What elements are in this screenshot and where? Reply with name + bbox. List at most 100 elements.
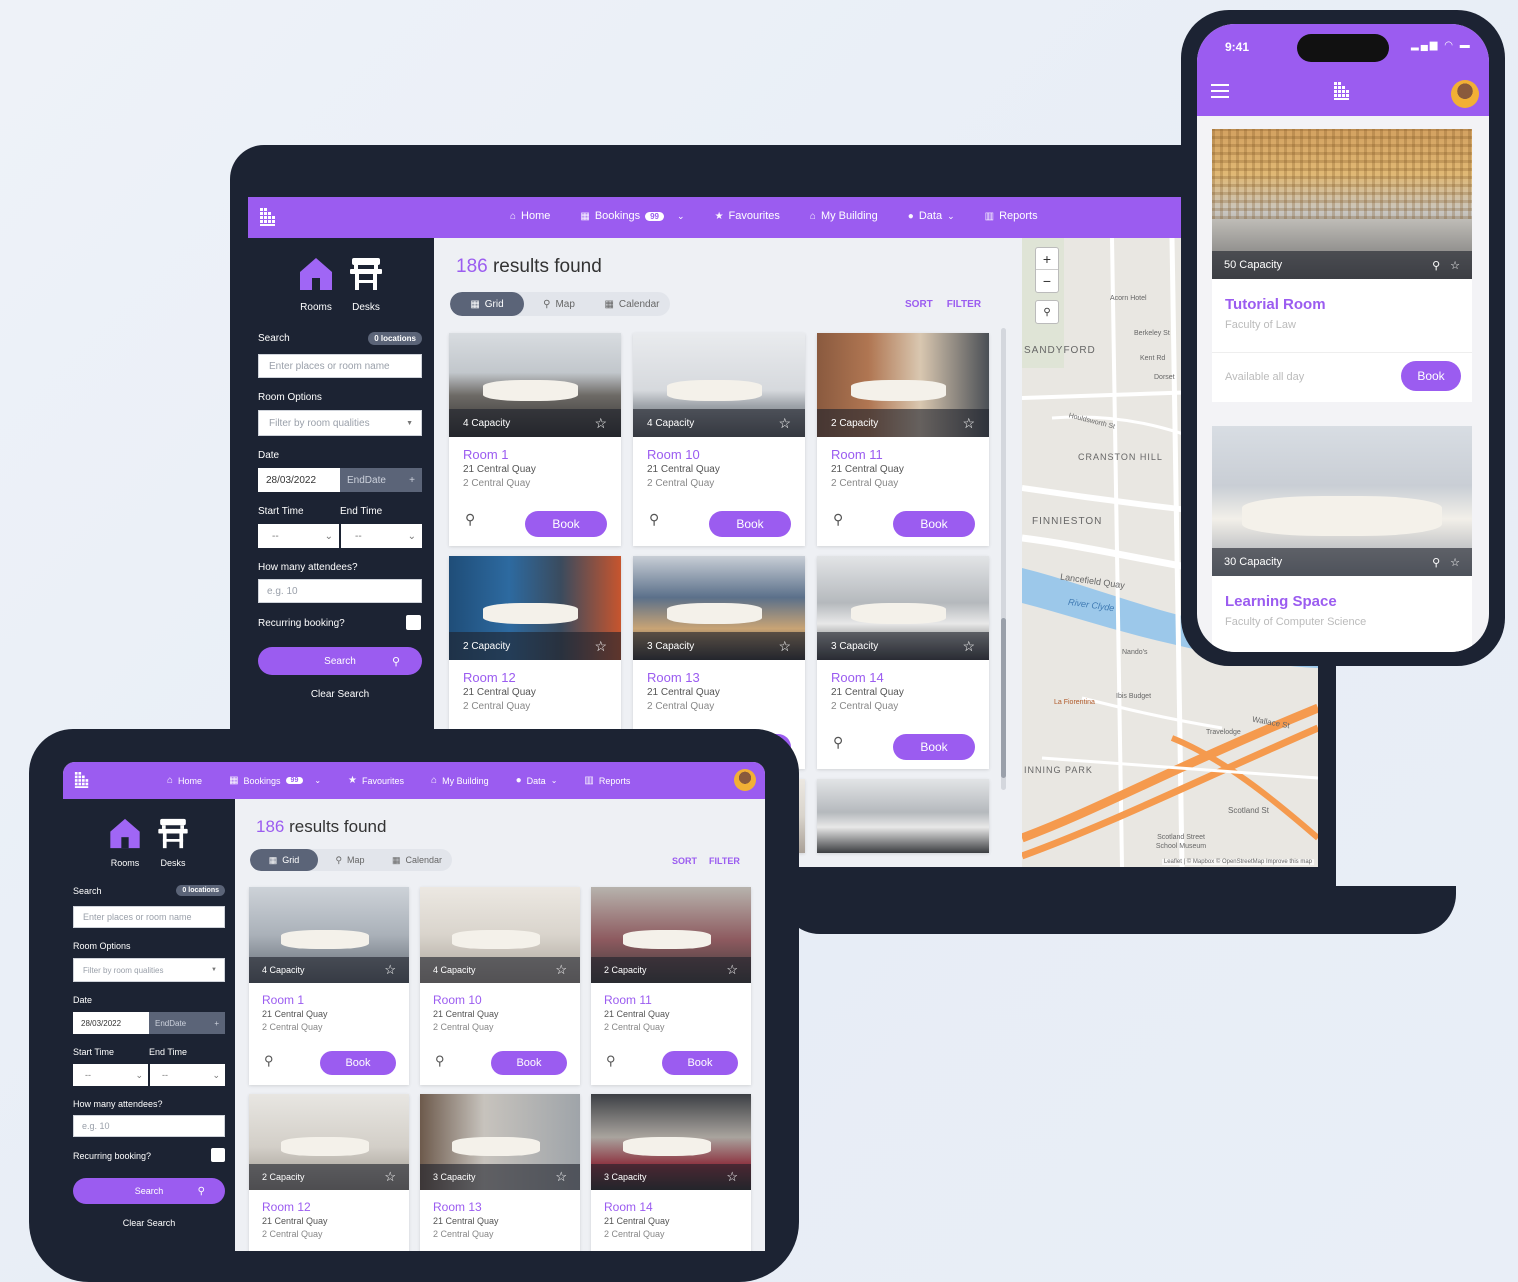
- room-card[interactable]: 2 Capacity ☆ Room 12 21 Central Quay 2 C…: [249, 1094, 409, 1251]
- phone-room-card[interactable]: 30 Capacity ⚲ ☆ Learning Space Faculty of …: [1212, 426, 1472, 652]
- locations-pill[interactable]: 0 locations: [176, 885, 225, 896]
- sort-button[interactable]: SORT: [905, 299, 933, 310]
- book-button[interactable]: Book: [709, 511, 791, 537]
- book-button[interactable]: Book: [320, 1051, 396, 1075]
- search-input[interactable]: Enter places or room name: [258, 354, 422, 378]
- room-card[interactable]: 2 Capacity ☆ Room 11 21 Central Quay 2 C…: [817, 333, 989, 546]
- map-pin-icon[interactable]: ⚲: [649, 511, 659, 528]
- end-date-field[interactable]: EndDate +: [340, 468, 422, 492]
- card-title[interactable]: Tutorial Room: [1225, 296, 1326, 313]
- avatar[interactable]: [1451, 80, 1479, 108]
- map-pin-icon[interactable]: ⚲: [606, 1053, 616, 1069]
- star-outline-icon[interactable]: ☆: [384, 1169, 396, 1185]
- star-outline-icon[interactable]: ☆: [962, 638, 975, 655]
- star-outline-icon[interactable]: ☆: [1450, 556, 1460, 569]
- zoom-controls[interactable]: + −: [1035, 247, 1059, 293]
- room-card[interactable]: 3 Capacity ☆ Room 14 21 Central Quay 2 C…: [817, 556, 989, 769]
- room-name[interactable]: Room 12: [262, 1200, 311, 1214]
- star-outline-icon[interactable]: ☆: [962, 415, 975, 432]
- map-pin-icon[interactable]: ⚲: [435, 1053, 445, 1069]
- map-pin-icon[interactable]: ⚲: [1432, 556, 1440, 569]
- book-button[interactable]: Book: [491, 1051, 567, 1075]
- book-button[interactable]: Book: [893, 511, 975, 537]
- room-card[interactable]: 4 Capacity ☆ Room 1 21 Central Quay 2 Ce…: [249, 887, 409, 1085]
- nav-my-building[interactable]: ⌂ My Building: [431, 775, 489, 786]
- filter-button[interactable]: FILTER: [709, 856, 740, 866]
- nav-bookings[interactable]: ▦ Bookings 99 ⌄: [580, 210, 684, 222]
- star-outline-icon[interactable]: ☆: [778, 638, 791, 655]
- room-card[interactable]: 3 Capacity ☆ Room 14 21 Central Quay 2 C…: [591, 1094, 751, 1251]
- room-name[interactable]: Room 14: [831, 670, 884, 685]
- start-time-select[interactable]: -- ⌄: [73, 1064, 148, 1086]
- scrollbar[interactable]: [1001, 328, 1006, 790]
- zoom-out-button[interactable]: −: [1036, 270, 1058, 292]
- hamburger-menu-icon[interactable]: [1211, 84, 1229, 98]
- end-date-field[interactable]: EndDate +: [149, 1012, 225, 1034]
- nav-reports[interactable]: ▥ Reports: [584, 775, 630, 786]
- clear-search-link[interactable]: Clear Search: [258, 689, 422, 700]
- nav-data[interactable]: ● Data ⌄: [908, 210, 955, 222]
- phone-room-card[interactable]: 50 Capacity ⚲ ☆ Tutorial Room Faculty of L…: [1212, 129, 1472, 402]
- map-pin-icon[interactable]: ⚲: [465, 511, 475, 528]
- room-card[interactable]: 4 Capacity ☆ Room 10 21 Central Quay 2 C…: [420, 887, 580, 1085]
- tab-map[interactable]: ⚲ Map: [524, 292, 594, 316]
- tab-calendar[interactable]: ▦ Calendar: [382, 849, 452, 871]
- room-name[interactable]: Room 1: [463, 447, 509, 462]
- rooms-type-button[interactable]: Rooms: [109, 817, 141, 868]
- star-outline-icon[interactable]: ☆: [384, 962, 396, 978]
- card-title[interactable]: Learning Space: [1225, 593, 1337, 610]
- avatar[interactable]: [734, 769, 756, 791]
- rooms-type-button[interactable]: Rooms: [299, 256, 333, 313]
- room-options-select[interactable]: Filter by room qualities ▼: [258, 410, 422, 436]
- room-name[interactable]: Room 11: [604, 993, 652, 1007]
- room-card[interactable]: 4 Capacity ☆ Room 1 21 Central Quay 2 Ce…: [449, 333, 621, 546]
- star-outline-icon[interactable]: ☆: [1450, 259, 1460, 272]
- start-date-field[interactable]: 28/03/2022: [258, 468, 340, 492]
- attendees-input[interactable]: e.g. 10: [258, 579, 422, 603]
- room-name[interactable]: Room 13: [433, 1200, 482, 1214]
- map-pin-icon[interactable]: ⚲: [264, 1053, 274, 1069]
- room-card[interactable]: 2 Capacity ☆ Room 11 21 Central Quay 2 C…: [591, 887, 751, 1085]
- tab-grid[interactable]: ▦ Grid: [450, 292, 524, 316]
- app-logo[interactable]: [258, 207, 278, 227]
- room-card[interactable]: 3 Capacity ☆ Room 13 21 Central Quay 2 C…: [420, 1094, 580, 1251]
- nav-home[interactable]: ⌂ Home: [167, 775, 202, 786]
- room-name[interactable]: Room 1: [262, 993, 304, 1007]
- attendees-input[interactable]: e.g. 10: [73, 1115, 225, 1137]
- recurring-checkbox[interactable]: [211, 1148, 225, 1162]
- tab-calendar[interactable]: ▦ Calendar: [594, 292, 670, 316]
- nav-reports[interactable]: ▥ Reports: [985, 210, 1038, 222]
- desks-type-button[interactable]: Desks: [349, 256, 383, 313]
- room-card[interactable]: 4 Capacity ☆ Room 10 21 Central Quay 2 C…: [633, 333, 805, 546]
- nav-home[interactable]: ⌂ Home: [510, 210, 550, 222]
- star-outline-icon[interactable]: ☆: [555, 962, 567, 978]
- nav-data[interactable]: ● Data ⌄: [516, 775, 558, 786]
- star-outline-icon[interactable]: ☆: [726, 962, 738, 978]
- end-time-select[interactable]: -- ⌄: [150, 1064, 225, 1086]
- room-name[interactable]: Room 14: [604, 1200, 653, 1214]
- nav-bookings[interactable]: ▦ Bookings 99 ⌄: [229, 775, 321, 786]
- book-button[interactable]: Book: [1401, 361, 1461, 391]
- tab-map[interactable]: ⚲ Map: [318, 849, 382, 871]
- map-pin-icon[interactable]: ⚲: [1432, 259, 1440, 272]
- filter-button[interactable]: FILTER: [947, 299, 981, 310]
- room-name[interactable]: Room 11: [831, 447, 883, 462]
- room-card[interactable]: [817, 779, 989, 853]
- room-name[interactable]: Room 10: [433, 993, 482, 1007]
- desks-type-button[interactable]: Desks: [157, 817, 189, 868]
- tab-grid[interactable]: ▦ Grid: [250, 849, 318, 871]
- nav-favourites[interactable]: ★ Favourites: [348, 775, 404, 786]
- star-outline-icon[interactable]: ☆: [594, 638, 607, 655]
- zoom-in-button[interactable]: +: [1036, 248, 1058, 270]
- star-outline-icon[interactable]: ☆: [555, 1169, 567, 1185]
- locations-pill[interactable]: 0 locations: [368, 332, 422, 345]
- search-button[interactable]: Search ⚲: [73, 1178, 225, 1204]
- nav-my-building[interactable]: ⌂ My Building: [810, 210, 878, 222]
- clear-search-link[interactable]: Clear Search: [73, 1218, 225, 1228]
- map-pin-icon[interactable]: ⚲: [833, 734, 843, 751]
- book-button[interactable]: Book: [662, 1051, 738, 1075]
- start-date-field[interactable]: 28/03/2022: [73, 1012, 149, 1034]
- star-outline-icon[interactable]: ☆: [594, 415, 607, 432]
- room-name[interactable]: Room 13: [647, 670, 700, 685]
- star-outline-icon[interactable]: ☆: [726, 1169, 738, 1185]
